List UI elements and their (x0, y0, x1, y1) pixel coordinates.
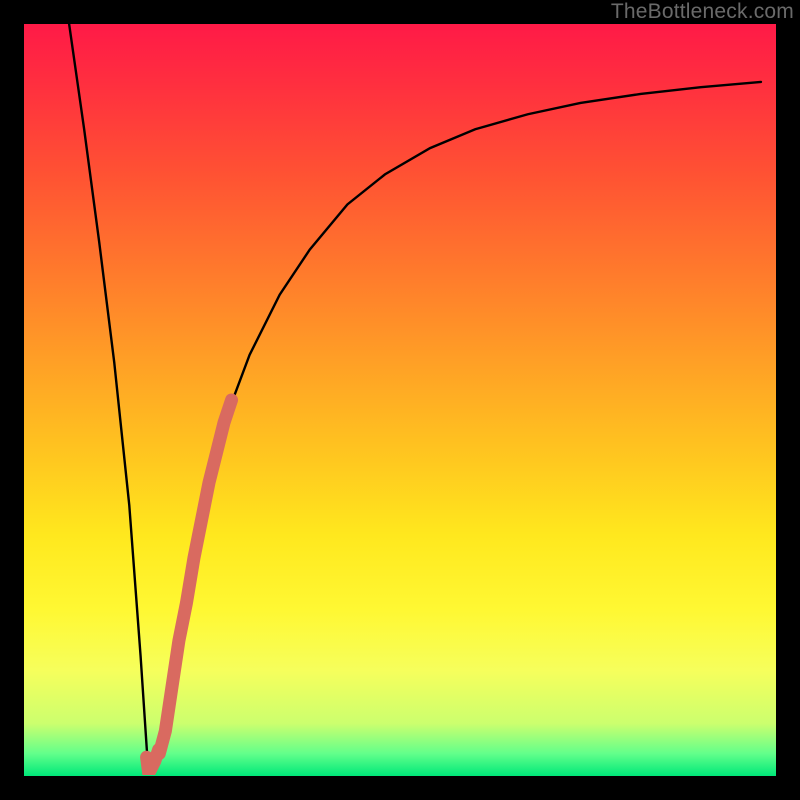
chart-frame: TheBottleneck.com (0, 0, 800, 800)
plot-area (24, 24, 776, 776)
highlight-hook (147, 750, 159, 769)
curve-layer (24, 24, 776, 776)
highlight-segment (159, 400, 231, 753)
watermark-text: TheBottleneck.com (611, 0, 794, 24)
